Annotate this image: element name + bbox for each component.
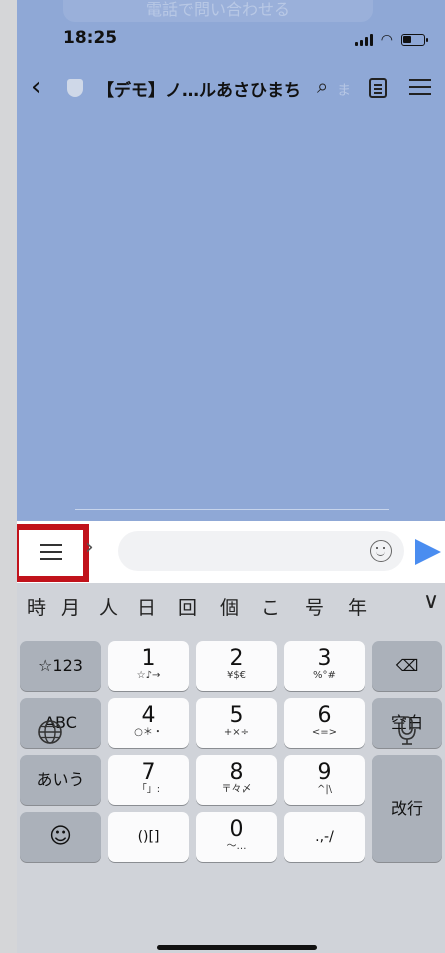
enter-key[interactable]: 改行 (372, 755, 442, 862)
candidate-word[interactable]: 時 (27, 593, 46, 620)
microphone-icon[interactable] (397, 715, 417, 751)
bracket-key[interactable]: ()[] (108, 812, 189, 862)
candidate-word[interactable]: 年 (348, 593, 367, 620)
delete-key[interactable]: ⌫ (372, 641, 442, 691)
key-4[interactable]: 4 ○＊・ (108, 698, 189, 748)
symbol-mode-key[interactable]: ☆123 (20, 641, 101, 691)
punctuation-key[interactable]: .,-/ (284, 812, 365, 862)
message-input[interactable] (118, 531, 404, 571)
candidate-word[interactable]: 回 (178, 593, 197, 620)
status-bar: 18:25 ◠ (17, 26, 445, 56)
kana-mode-key[interactable]: あいう (20, 755, 101, 805)
emoji-icon[interactable] (370, 540, 392, 562)
candidate-word[interactable]: 月 (61, 593, 80, 620)
candidate-word[interactable]: 日 (137, 593, 156, 620)
globe-icon[interactable] (37, 719, 63, 749)
emoji-key[interactable]: ☺ (20, 812, 101, 862)
notes-icon[interactable] (369, 78, 387, 98)
chat-title: 【デモ】ノ…ルあさひまち (97, 81, 301, 101)
candidate-word[interactable]: 人 (99, 593, 118, 620)
status-icons: ◠ (354, 32, 428, 48)
candidate-word[interactable]: こ (261, 593, 280, 620)
menu-icon[interactable] (409, 77, 431, 97)
key-1[interactable]: 1 ☆♪→ (108, 641, 189, 691)
home-indicator (157, 945, 317, 950)
battery-icon (401, 34, 428, 46)
rich-menu-toggle-button[interactable] (17, 524, 89, 582)
chat-screen: 電話で問い合わせる 18:25 ◠ ‹ 【デモ】ノ…ルあさひまち ⌕ ま › 時… (17, 0, 445, 953)
key-9[interactable]: 9 ^|\ (284, 755, 365, 805)
wifi-icon: ◠ (380, 32, 393, 48)
key-5[interactable]: 5 +×÷ (196, 698, 277, 748)
chat-divider (75, 509, 389, 510)
chevron-down-icon[interactable]: ∨ (423, 589, 439, 614)
status-time: 18:25 (63, 28, 118, 48)
chevron-right-icon[interactable]: › (85, 535, 94, 560)
signal-icon (354, 34, 373, 46)
candidate-bar: 時月人日回個こ号年 (17, 583, 445, 627)
key-6[interactable]: 6 <=> (284, 698, 365, 748)
keyboard: 時月人日回個こ号年 ∨ ☆123 1 ☆♪→ 2 ¥$€ 3 %°# ⌫ ABC 4 ○… (17, 583, 445, 953)
ghost-text: ま (337, 83, 351, 99)
key-2[interactable]: 2 ¥$€ (196, 641, 277, 691)
key-3[interactable]: 3 %°# (284, 641, 365, 691)
search-icon[interactable]: ⌕ (317, 74, 328, 98)
send-button[interactable] (415, 539, 441, 565)
candidate-word[interactable]: 個 (220, 593, 239, 620)
input-bar: › (17, 521, 445, 583)
key-8[interactable]: 8 〒々〆 (196, 755, 277, 805)
shield-icon (67, 79, 83, 97)
nav-bar: ‹ 【デモ】ノ…ルあさひまち ⌕ ま (17, 66, 445, 110)
back-button[interactable]: ‹ (31, 72, 41, 102)
ghost-banner: 電話で問い合わせる (63, 0, 373, 22)
key-7[interactable]: 7 「」: (108, 755, 189, 805)
key-0[interactable]: 0 〜… (196, 812, 277, 862)
candidate-word[interactable]: 号 (305, 593, 324, 620)
